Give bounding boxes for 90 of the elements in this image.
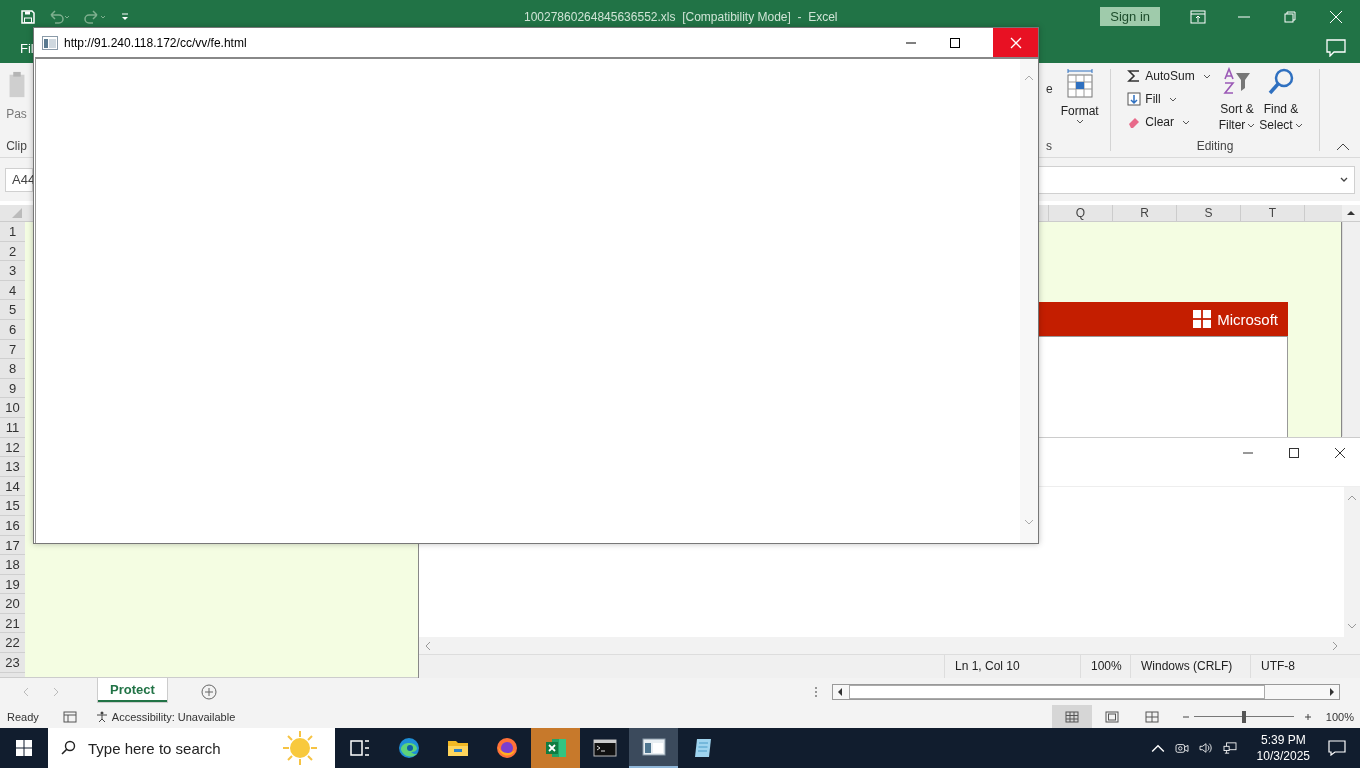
maximize-icon[interactable] (949, 36, 961, 49)
fox-browser-icon (494, 736, 519, 760)
camera-icon[interactable] (1174, 742, 1189, 754)
clear-button[interactable]: Clear (1127, 113, 1211, 131)
save-icon[interactable] (20, 8, 36, 25)
delete-button[interactable]: e (1046, 82, 1053, 96)
normal-view-button[interactable] (1051, 705, 1092, 728)
scroll-right-icon[interactable] (1328, 686, 1336, 697)
terminal-icon (592, 736, 617, 760)
comment-icon[interactable] (1326, 39, 1346, 57)
group-label: Clip (6, 139, 27, 153)
close-icon (1009, 36, 1022, 49)
close-icon[interactable] (1334, 447, 1346, 459)
search-icon (60, 740, 76, 756)
page-icon (42, 35, 58, 50)
fill-down-icon (1127, 92, 1142, 106)
horizontal-scrollbar[interactable] (832, 683, 1340, 700)
clock-date[interactable]: 10/3/2025 (1256, 748, 1310, 764)
sort-filter-icon (1222, 67, 1252, 97)
status-text: Ready (7, 710, 39, 723)
search-field[interactable]: Type here to search (48, 728, 335, 768)
customize-caret-icon[interactable] (120, 11, 130, 22)
status-text: Ln 1, Col 10 (944, 655, 1080, 678)
drag-handle-icon[interactable] (814, 685, 818, 698)
sign-in-button[interactable]: Sign in (1100, 7, 1160, 26)
column-header[interactable]: R (1112, 205, 1176, 221)
volume-icon[interactable] (1198, 742, 1213, 754)
paste-button[interactable]: Pas (6, 107, 27, 121)
undo-icon[interactable] (48, 9, 70, 24)
scroll-down-icon[interactable] (1347, 621, 1357, 631)
caret-icon (1168, 96, 1177, 102)
group-label: s (1046, 139, 1052, 153)
column-header[interactable]: Q (1048, 205, 1112, 221)
redo-icon[interactable] (84, 9, 106, 24)
window-title: http://91.240.118.172/cc/vv/fe.html (64, 35, 247, 50)
accessibility-status[interactable]: Accessibility: Unavailable (111, 710, 236, 723)
start-icon[interactable] (16, 740, 32, 756)
group-label: Editing (1196, 139, 1234, 153)
clock-time[interactable]: 5:39 PM (1260, 732, 1306, 748)
zoom-in-icon[interactable] (1303, 712, 1312, 721)
network-icon[interactable] (1222, 742, 1237, 754)
collapse-ribbon-icon[interactable] (1336, 143, 1350, 151)
autosum-button[interactable]: AutoSum (1127, 67, 1211, 85)
ribbon-display-icon[interactable] (1190, 9, 1206, 24)
maximize-icon[interactable] (1288, 447, 1300, 459)
search-icon (1266, 67, 1296, 97)
page-break-icon (1144, 710, 1159, 723)
window-taskbar-button[interactable] (629, 728, 678, 768)
zoom-level[interactable]: 100% (1325, 710, 1354, 723)
format-button[interactable]: Format (1060, 69, 1099, 124)
add-sheet-icon[interactable] (200, 683, 217, 700)
caret-icon (1247, 122, 1256, 128)
column-header[interactable]: S (1176, 205, 1240, 221)
search-input[interactable]: Type here to search (88, 736, 278, 760)
status-text: Windows (CRLF) (1130, 655, 1250, 678)
page-icon (1104, 710, 1119, 723)
zoom-slider[interactable] (1193, 710, 1294, 723)
sigma-icon (1127, 69, 1142, 83)
window-icon (641, 735, 666, 759)
macro-icon[interactable] (62, 710, 77, 723)
windows-logo-icon (1193, 310, 1212, 328)
accessibility-icon[interactable] (94, 710, 109, 723)
caret-icon (1294, 122, 1303, 128)
grid-icon (1064, 710, 1079, 723)
status-text: UTF-8 (1250, 655, 1360, 678)
notification-icon[interactable] (1328, 740, 1346, 756)
expand-caret-icon[interactable] (1340, 177, 1348, 182)
column-header[interactable]: T (1240, 205, 1304, 221)
scroll-up-icon[interactable] (1346, 208, 1356, 218)
status-text: 100% (1080, 655, 1130, 678)
fill-button[interactable]: Fill (1127, 90, 1211, 108)
scroll-left-icon[interactable] (836, 686, 844, 697)
caret-icon[interactable] (1150, 742, 1165, 754)
eraser-icon (1127, 115, 1142, 129)
browser-icon (396, 736, 421, 760)
ribbon-tab[interactable]: Fil (20, 40, 34, 56)
vertical-scrollbar[interactable] (1344, 487, 1360, 637)
scroll-down-icon[interactable] (1024, 517, 1034, 527)
restore-icon[interactable] (1282, 9, 1298, 24)
caret-icon (1182, 119, 1190, 125)
logo-text: Microsoft (1217, 310, 1278, 328)
caret-icon (1202, 73, 1211, 79)
find-select-button[interactable]: Find & Select (1259, 67, 1303, 133)
format-icon (1064, 69, 1095, 99)
sort-filter-button[interactable]: Sort & Filter (1218, 67, 1256, 133)
spreadsheet-icon (543, 736, 568, 760)
sheet-tab[interactable]: Protect (98, 678, 167, 702)
caret-icon (1075, 119, 1084, 124)
vertical-scrollbar[interactable] (1020, 59, 1038, 543)
window-title: 10027860264845636552.xls [Compatibility Mode] - Excel (524, 9, 838, 24)
